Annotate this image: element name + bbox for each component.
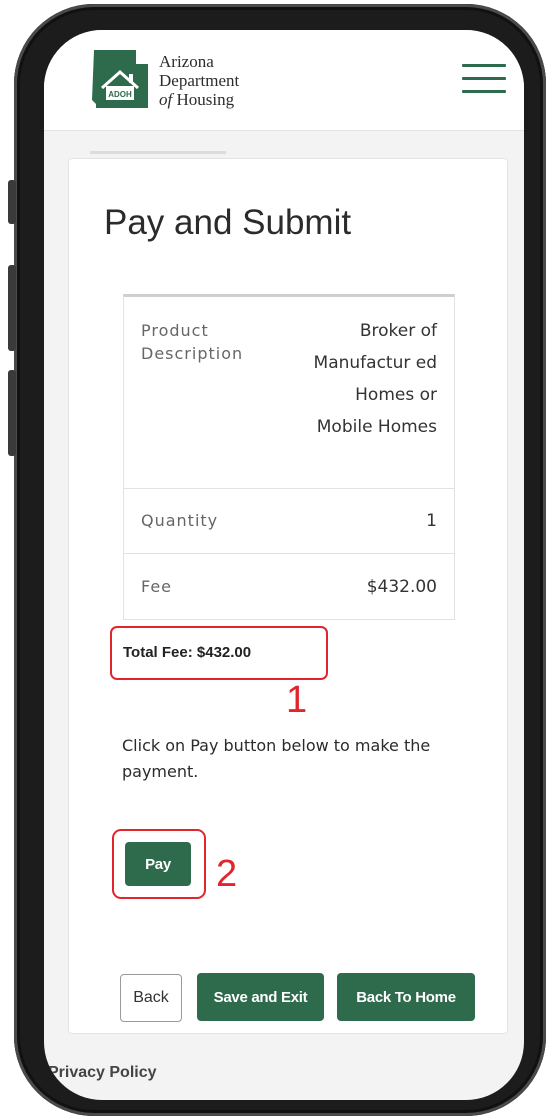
fee-table: Product Description Broker of Manufactur… bbox=[123, 294, 455, 620]
svg-text:ADOH: ADOH bbox=[108, 90, 132, 99]
phone-mute-button bbox=[8, 180, 16, 224]
phone-volume-up-button bbox=[8, 265, 16, 351]
callout-number-1: 1 bbox=[286, 679, 308, 721]
org-name: Arizona Department of Housing bbox=[159, 52, 239, 109]
table-row: Fee $432.00 bbox=[124, 554, 454, 620]
fee-label: Fee bbox=[141, 577, 173, 596]
privacy-policy-link[interactable]: Privacy Policy bbox=[48, 1064, 157, 1082]
table-row: Product Description Broker of Manufactur… bbox=[124, 297, 454, 489]
site-header: ADOH Arizona Department of Housing bbox=[44, 30, 524, 131]
pay-button-highlight: Pay bbox=[112, 829, 206, 899]
back-button[interactable]: Back bbox=[120, 974, 182, 1022]
total-fee: Total Fee: $432.00 bbox=[123, 644, 252, 661]
card-tab-indicator bbox=[90, 151, 226, 154]
hamburger-menu-icon[interactable] bbox=[462, 64, 506, 94]
fee-value: $432.00 bbox=[366, 577, 437, 597]
phone-volume-down-button bbox=[8, 370, 16, 456]
quantity-value: 1 bbox=[426, 511, 437, 531]
org-name-line1: Arizona bbox=[159, 52, 214, 71]
org-name-housing: Housing bbox=[172, 90, 235, 109]
adoh-logo-icon[interactable]: ADOH bbox=[90, 48, 152, 110]
org-name-line2: Department bbox=[159, 71, 240, 90]
save-and-exit-button[interactable]: Save and Exit bbox=[197, 973, 324, 1021]
back-to-home-button[interactable]: Back To Home bbox=[337, 973, 475, 1021]
callout-number-2: 2 bbox=[216, 853, 238, 895]
content-card: Pay and Submit Product Description Broke… bbox=[68, 151, 508, 1034]
phone-screen: ADOH Arizona Department of Housing Pay a… bbox=[44, 30, 524, 1100]
total-fee-highlight: Total Fee: $432.00 bbox=[110, 626, 328, 680]
table-row: Quantity 1 bbox=[124, 489, 454, 554]
product-description-label: Product Description bbox=[141, 321, 244, 363]
org-name-of: of bbox=[159, 90, 173, 109]
payment-instruction: Click on Pay button below to make the pa… bbox=[122, 736, 431, 781]
pay-button[interactable]: Pay bbox=[125, 842, 191, 886]
product-description-value: Broker of Manufactur ed Homes or Mobile … bbox=[313, 321, 437, 437]
page-title: Pay and Submit bbox=[104, 203, 352, 242]
quantity-label: Quantity bbox=[141, 511, 219, 530]
org-name-line3: of Housing bbox=[159, 90, 239, 109]
